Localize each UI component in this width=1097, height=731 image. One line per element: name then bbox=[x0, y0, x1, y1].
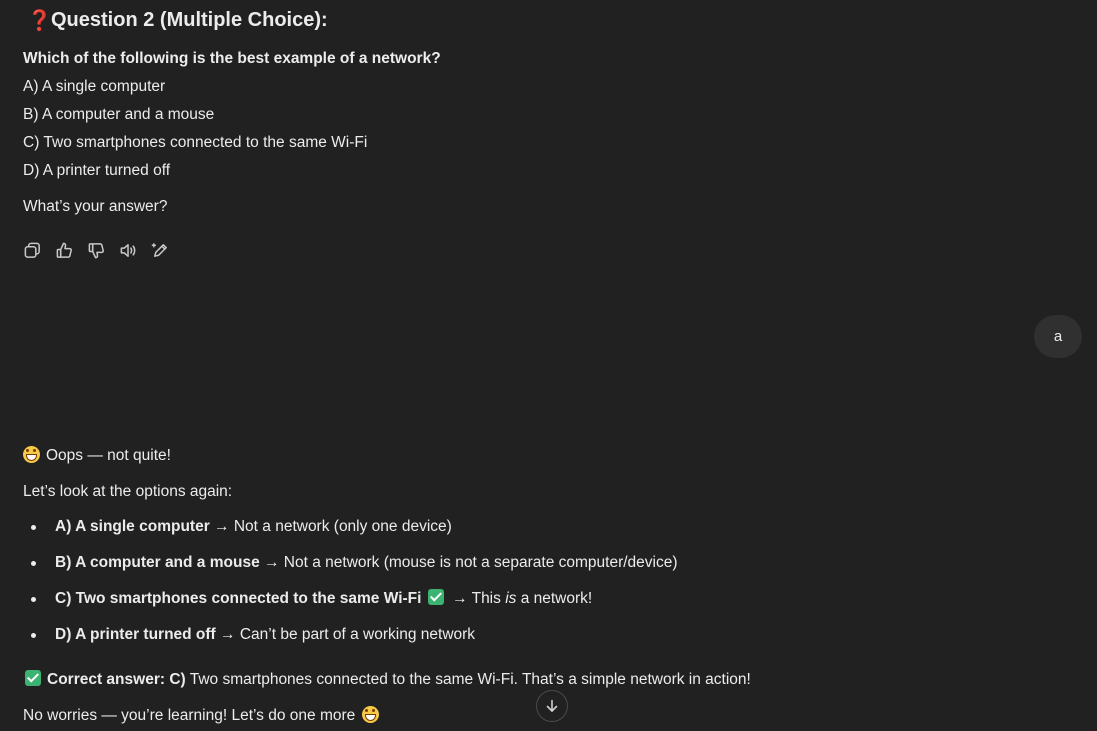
answer-prompt: What’s your answer? bbox=[23, 198, 168, 215]
option-d-explanation: → Can’t be part of a working network bbox=[215, 626, 476, 643]
closing-line: No worries — you’re learning! Let’s do o… bbox=[23, 706, 379, 726]
option-c-explanation-start: → This bbox=[447, 590, 506, 607]
bad-response-button[interactable] bbox=[87, 238, 119, 262]
read-aloud-icon bbox=[120, 243, 136, 257]
option-a: A) A single computer bbox=[23, 78, 166, 95]
closing-text: No worries — you’re learning! Let’s do o… bbox=[23, 707, 356, 724]
option-c-emphasis: is bbox=[505, 590, 517, 607]
correct-answer-label: Correct answer: bbox=[47, 671, 166, 688]
bullet-icon bbox=[31, 525, 36, 530]
question-prompt: Which of the following is the best examp… bbox=[23, 50, 441, 67]
feedback-intro: Oops — not quite! bbox=[46, 447, 171, 464]
good-response-button[interactable] bbox=[55, 238, 87, 262]
option-c-explanation-end: a network! bbox=[516, 590, 593, 607]
arrow-down-icon bbox=[546, 699, 558, 712]
option-a-label: A) A single computer bbox=[55, 518, 210, 535]
message-actions bbox=[23, 238, 183, 262]
option-a-explanation: → Not a network (only one device) bbox=[209, 518, 452, 535]
option-c-label: C) Two smartphones connected to the same… bbox=[55, 590, 422, 607]
option-d: D) A printer turned off bbox=[23, 162, 171, 179]
correct-answer-line: Correct answer: C) Two smartphones conne… bbox=[23, 670, 751, 690]
chat-page: ❓ Question 2 (Multiple Choice): Which of… bbox=[0, 0, 1097, 731]
feedback-lead: Let’s look at the options again: bbox=[23, 483, 233, 500]
grinning-face-icon bbox=[361, 706, 379, 723]
bullet-icon bbox=[31, 633, 36, 638]
question-title: Question 2 (Multiple Choice): bbox=[51, 9, 328, 31]
option-c: C) Two smartphones connected to the same… bbox=[23, 134, 368, 151]
user-message-text: a bbox=[1053, 328, 1063, 345]
user-message-bubble: a bbox=[1034, 315, 1082, 358]
edit-button[interactable] bbox=[151, 238, 183, 262]
scroll-to-bottom-button[interactable] bbox=[536, 690, 568, 722]
question-mark-icon: ❓ bbox=[27, 10, 52, 32]
bullet-icon bbox=[31, 561, 36, 566]
thumbs-up-icon bbox=[56, 242, 72, 258]
option-d-label: D) A printer turned off bbox=[55, 626, 216, 643]
question-heading: ❓ Question 2 (Multiple Choice): bbox=[27, 8, 328, 33]
grinning-face-icon bbox=[23, 446, 40, 463]
read-aloud-button[interactable] bbox=[119, 238, 151, 262]
thumbs-down-icon bbox=[88, 242, 104, 258]
correct-answer-choice: C) bbox=[169, 671, 186, 688]
bullet-icon bbox=[31, 597, 36, 602]
check-mark-icon bbox=[427, 589, 444, 605]
copy-icon bbox=[24, 242, 40, 258]
option-b: B) A computer and a mouse bbox=[23, 106, 215, 123]
edit-icon bbox=[151, 242, 167, 257]
option-b-explanation: → Not a network (mouse is not a separate… bbox=[259, 554, 678, 571]
feedback-intro-line: Oops — not quite! bbox=[23, 446, 171, 466]
option-b-label: B) A computer and a mouse bbox=[55, 554, 260, 571]
copy-button[interactable] bbox=[23, 238, 55, 262]
correct-answer-text: Two smartphones connected to the same Wi… bbox=[185, 671, 751, 688]
check-mark-icon bbox=[25, 670, 41, 686]
